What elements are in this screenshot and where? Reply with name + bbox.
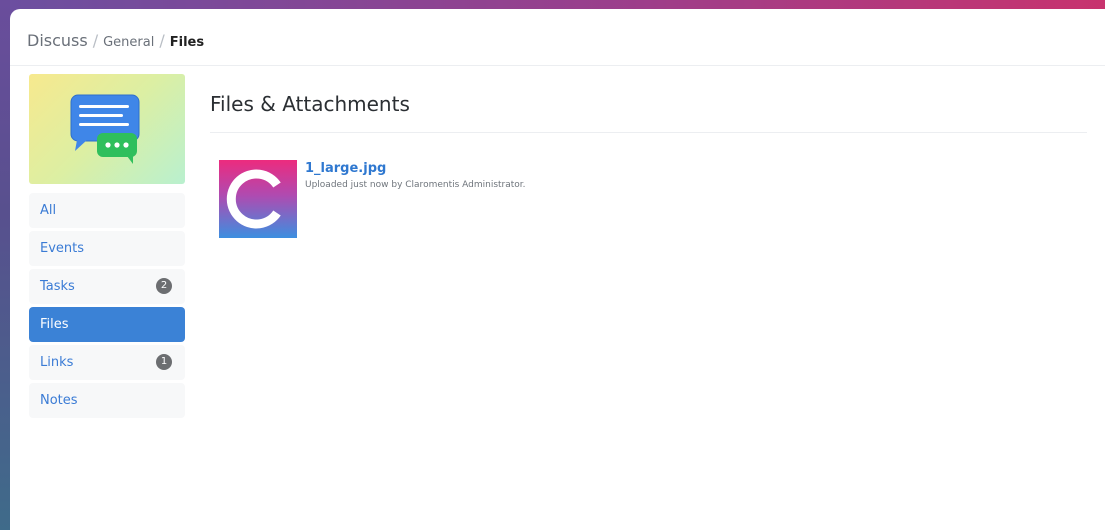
- breadcrumb-separator: /: [159, 31, 165, 50]
- sidebar-item-label: Tasks: [40, 279, 75, 294]
- file-name-link[interactable]: 1_large.jpg: [305, 161, 386, 176]
- sidebar-hero-image: [29, 74, 185, 184]
- page-title: Files & Attachments: [210, 92, 410, 116]
- sidebar-item-label: Links: [40, 355, 74, 370]
- claromentis-logo-icon: [226, 169, 281, 229]
- header-divider: [10, 65, 1105, 66]
- content-panel: Discuss / General / Files All Events Tasks: [10, 9, 1105, 530]
- title-divider: [210, 132, 1087, 133]
- sidebar-item-label: All: [40, 203, 57, 218]
- file-thumbnail[interactable]: [219, 160, 297, 238]
- breadcrumb-root[interactable]: Discuss: [27, 31, 88, 50]
- breadcrumb-current: Files: [169, 35, 205, 50]
- breadcrumb-separator: /: [92, 31, 99, 50]
- sidebar-item-all[interactable]: All: [29, 193, 185, 228]
- count-badge: 2: [156, 278, 172, 294]
- chat-bubbles-icon: [70, 94, 140, 164]
- file-upload-info: Uploaded just now by Claromentis Adminis…: [305, 180, 526, 190]
- sidebar-item-files[interactable]: Files: [29, 307, 185, 342]
- sidebar-nav: All Events Tasks 2 Files Links 1 Notes: [29, 193, 185, 421]
- window-edge: [0, 0, 10, 530]
- breadcrumb-section[interactable]: General: [103, 35, 154, 50]
- sidebar-item-label: Events: [40, 241, 85, 256]
- sidebar-item-links[interactable]: Links 1: [29, 345, 185, 380]
- sidebar-item-tasks[interactable]: Tasks 2: [29, 269, 185, 304]
- sidebar-item-notes[interactable]: Notes: [29, 383, 185, 418]
- sidebar-item-label: Notes: [40, 393, 78, 408]
- breadcrumb: Discuss / General / Files: [27, 31, 204, 50]
- count-badge: 1: [156, 354, 172, 370]
- sidebar-item-events[interactable]: Events: [29, 231, 185, 266]
- sidebar-item-label: Files: [40, 317, 69, 332]
